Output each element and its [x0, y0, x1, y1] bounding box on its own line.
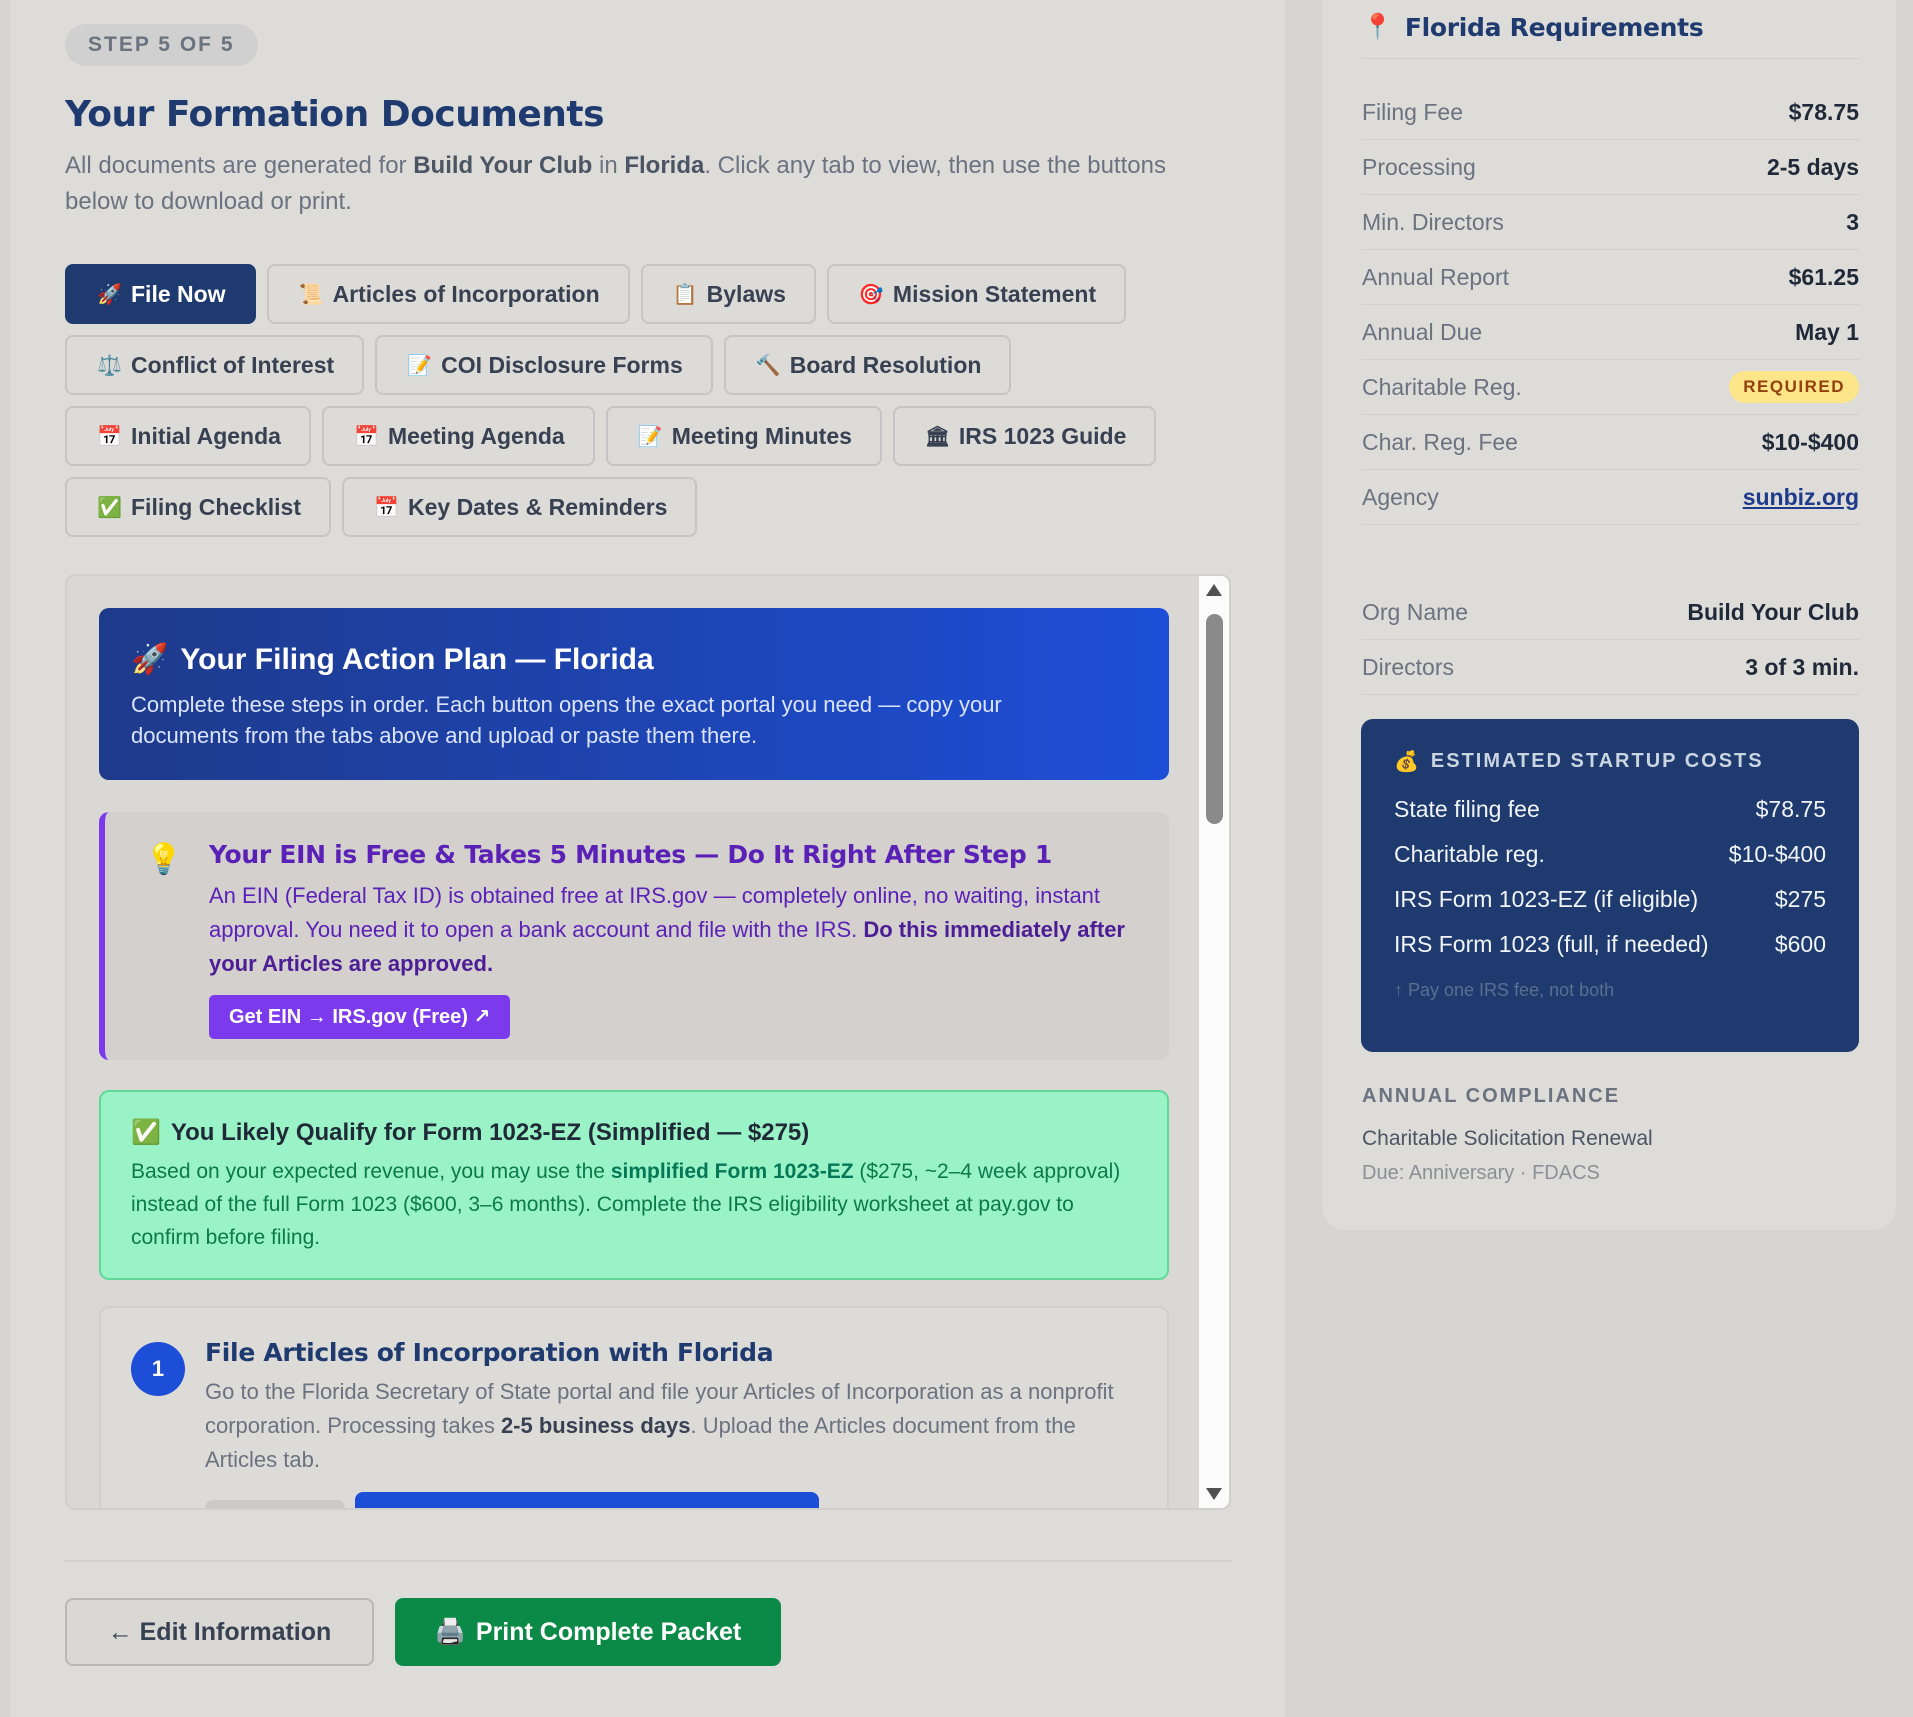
- step-primary-button[interactable]: [355, 1492, 819, 1508]
- tab-meeting-minutes[interactable]: 📝 Meeting Minutes: [605, 406, 882, 466]
- action-plan-banner: 🚀 Your Filing Action Plan — Florida Compl…: [99, 608, 1169, 780]
- calendar-icon: 📅: [353, 425, 379, 448]
- cost-note: ↑ Pay one IRS fee, not both: [1394, 980, 1615, 1000]
- check-box-icon: ✅: [97, 496, 122, 519]
- money-bag-icon: 💰: [1394, 751, 1421, 773]
- gavel-icon: 🔨: [755, 354, 781, 377]
- print-packet-button[interactable]: 🖨️ Print Complete Packet: [395, 1598, 781, 1666]
- step-text: Go to the Florida Secretary of State por…: [205, 1379, 1114, 1472]
- divider: [65, 1560, 1231, 1562]
- qualify-text: Based on your expected revenue, you may …: [131, 1160, 1121, 1249]
- step-secondary-button[interactable]: [205, 1500, 345, 1508]
- required-badge: REQUIRED: [1729, 371, 1859, 403]
- scroll-down-arrow-icon[interactable]: [1206, 1488, 1222, 1500]
- action-plan-text: Complete these steps in order. Each butt…: [131, 692, 1002, 748]
- scales-icon: ⚖️: [97, 354, 122, 377]
- document-tabs: 🚀 File Now 📜 Articles of Incorporation 📋 By…: [65, 264, 1245, 537]
- cost-row: State filing fee $78.75: [1394, 796, 1826, 822]
- cost-row: Charitable reg. $10-$400: [1394, 841, 1826, 867]
- tab-filing-checklist[interactable]: ✅ Filing Checklist: [65, 477, 331, 537]
- startup-costs-title: ESTIMATED STARTUP COSTS: [1430, 750, 1764, 772]
- classical-building-icon: 🏛: [924, 425, 951, 448]
- org-row-name: Org Name Build Your Club: [1362, 585, 1859, 640]
- compliance-due: Due: Anniversary · FDACS: [1362, 1162, 1600, 1184]
- scroll-up-arrow-icon[interactable]: [1206, 584, 1222, 596]
- tab-articles-of-incorporation[interactable]: 📜 Articles of Incorporation: [266, 264, 630, 324]
- tab-bylaws[interactable]: 📋 Bylaws: [640, 264, 816, 324]
- annual-compliance-title: ANNUAL COMPLIANCE: [1362, 1085, 1621, 1107]
- ein-text: An EIN (Federal Tax ID) is obtained free…: [209, 883, 1125, 976]
- action-plan-title: Your Filing Action Plan — Florida: [180, 642, 654, 676]
- ein-title: Your EIN is Free & Takes 5 Minutes — Do …: [209, 840, 1052, 869]
- printer-icon: 🖨️: [434, 1617, 466, 1646]
- compliance-item: Charitable Solicitation Renewal: [1362, 1127, 1653, 1150]
- target-icon: 🎯: [858, 283, 884, 306]
- tab-key-dates-reminders[interactable]: 📅 Key Dates & Reminders: [341, 477, 698, 537]
- req-row-annual-report: Annual Report $61.25: [1362, 250, 1859, 305]
- step-title: File Articles of Incorporation with Flor…: [205, 1338, 774, 1367]
- cost-row: IRS Form 1023-EZ (if eligible) $275: [1394, 886, 1826, 912]
- requirements-list: Filing Fee $78.75 Processing 2-5 days Min.…: [1362, 85, 1859, 525]
- filing-step-card: 1 File Articles of Incorporation with Fl…: [99, 1306, 1169, 1508]
- req-row-filing-fee: Filing Fee $78.75: [1362, 85, 1859, 140]
- check-box-icon: ✅: [131, 1119, 161, 1146]
- req-row-charitable-reg: Charitable Reg. REQUIRED: [1362, 360, 1859, 415]
- intro-text: All documents are generated for Build Yo…: [65, 152, 1166, 215]
- ein-callout: 💡 Your EIN is Free & Takes 5 Minutes — D…: [99, 812, 1169, 1060]
- tab-file-now[interactable]: 🚀 File Now: [65, 264, 256, 324]
- memo-icon: 📝: [637, 425, 663, 448]
- get-ein-button[interactable]: Get EIN → IRS.gov (Free) ↗: [209, 995, 511, 1039]
- document-viewer[interactable]: 🚀 Your Filing Action Plan — Florida Compl…: [65, 574, 1231, 1510]
- org-row-directors: Directors 3 of 3 min.: [1362, 640, 1859, 695]
- scroll-icon: 📜: [298, 283, 324, 306]
- agency-link[interactable]: sunbiz.org: [1743, 484, 1859, 511]
- req-row-min-directors: Min. Directors 3: [1362, 195, 1859, 250]
- req-row-agency: Agency sunbiz.org: [1362, 470, 1859, 525]
- cost-row: IRS Form 1023 (full, if needed) $600: [1394, 931, 1826, 957]
- scrollbar-thumb[interactable]: [1206, 614, 1223, 824]
- step-number-badge: 1: [131, 1342, 185, 1396]
- tab-board-resolution[interactable]: 🔨 Board Resolution: [723, 335, 1012, 395]
- startup-costs-card: 💰 ESTIMATED STARTUP COSTS State filing fe…: [1361, 719, 1859, 1052]
- qualify-title: You Likely Qualify for Form 1023-EZ (Sim…: [170, 1118, 810, 1146]
- divider: [1362, 58, 1859, 59]
- page-title: Your Formation Documents: [65, 94, 605, 135]
- org-summary: Org Name Build Your Club Directors 3 of 3 …: [1362, 585, 1859, 695]
- pin-icon: 📍: [1362, 12, 1393, 41]
- memo-icon: 📝: [407, 354, 433, 377]
- requirements-title: 📍 Florida Requirements: [1362, 12, 1704, 42]
- req-row-annual-due: Annual Due May 1: [1362, 305, 1859, 360]
- edit-information-button[interactable]: ← Edit Information: [65, 1598, 374, 1666]
- calendar-icon: 📅: [373, 496, 399, 519]
- req-row-processing: Processing 2-5 days: [1362, 140, 1859, 195]
- clipboard-icon: 📋: [672, 283, 698, 306]
- tab-irs-1023-guide[interactable]: 🏛 IRS 1023 Guide: [892, 406, 1157, 466]
- tab-meeting-agenda[interactable]: 📅 Meeting Agenda: [321, 406, 595, 466]
- tab-mission-statement[interactable]: 🎯 Mission Statement: [826, 264, 1127, 324]
- lightbulb-icon: 💡: [145, 843, 183, 876]
- calendar-icon: 📅: [97, 425, 122, 448]
- step-badge: STEP 5 OF 5: [65, 24, 258, 66]
- req-row-char-reg-fee: Char. Reg. Fee $10-$400: [1362, 415, 1859, 470]
- tab-coi-disclosure-forms[interactable]: 📝 COI Disclosure Forms: [375, 335, 713, 395]
- rocket-icon: 🚀: [131, 643, 169, 676]
- viewer-scrollbar[interactable]: [1199, 576, 1229, 1508]
- tab-conflict-of-interest[interactable]: ⚖️ Conflict of Interest: [65, 335, 365, 395]
- tab-initial-agenda[interactable]: 📅 Initial Agenda: [65, 406, 311, 466]
- form-1023ez-callout: ✅ You Likely Qualify for Form 1023-EZ (Si…: [99, 1090, 1169, 1280]
- rocket-icon: 🚀: [97, 283, 122, 306]
